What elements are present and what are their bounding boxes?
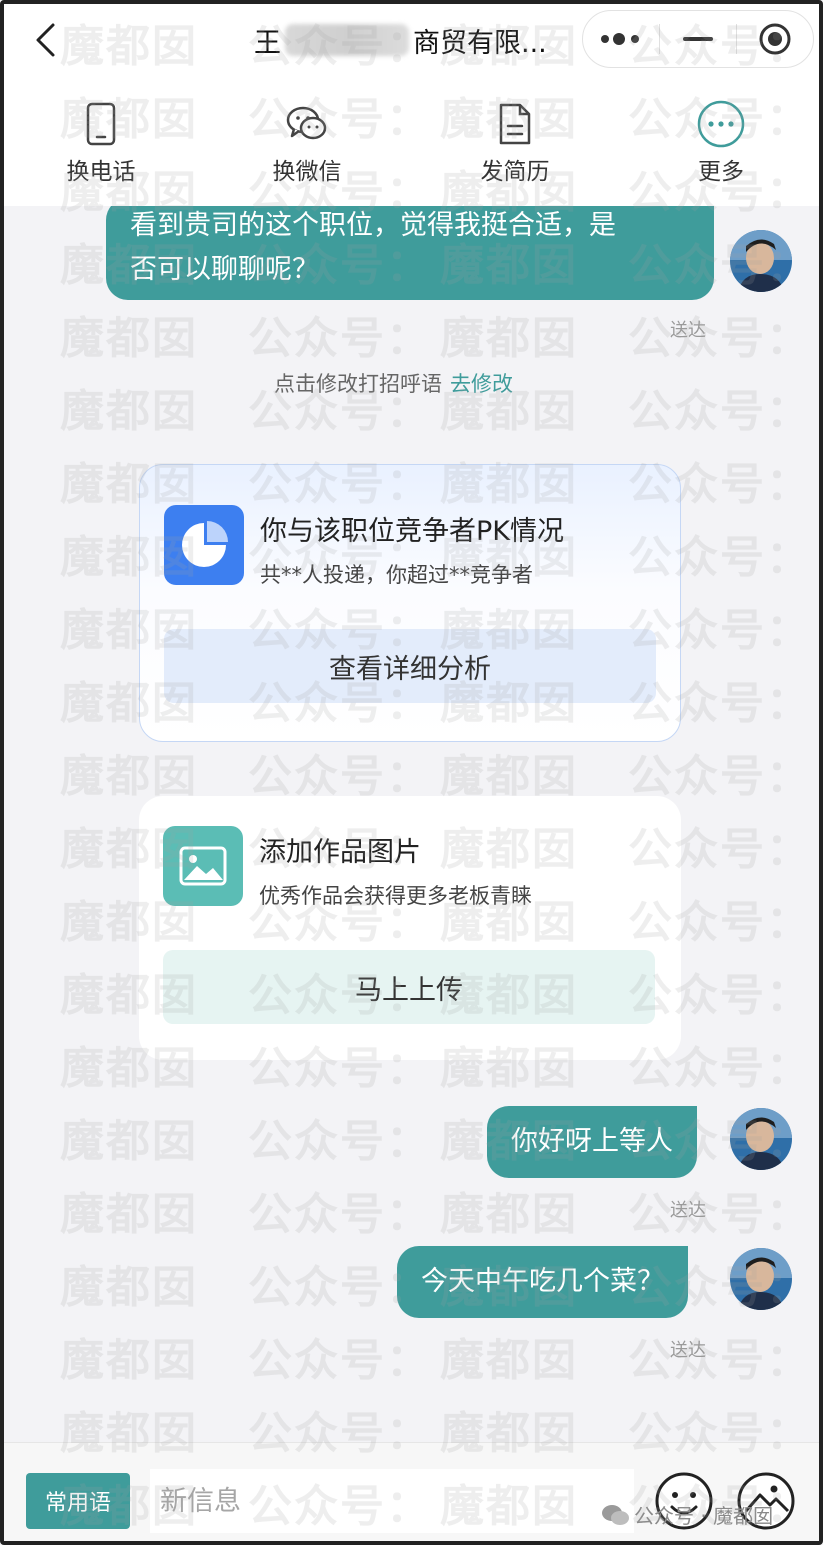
delivery-status: 送达 (670, 1200, 706, 1221)
mini-program-capsule (582, 10, 814, 68)
image-icon (163, 826, 243, 906)
message-text: 今天中午吃几个菜？ (421, 1266, 664, 1297)
message-text: 否可以聊聊呢？ (130, 254, 319, 285)
back-button[interactable] (26, 18, 66, 62)
message-input[interactable] (150, 1469, 634, 1533)
minus-icon (683, 37, 713, 41)
message-bubble[interactable]: 今天中午吃几个菜？ (397, 1246, 688, 1318)
tool-label: 换微信 (272, 159, 342, 185)
greeting-edit-hint: 点击修改打招呼语 去修改 (274, 368, 513, 398)
upload-now-button[interactable]: 马上上传 (163, 950, 655, 1024)
phone-icon (86, 102, 116, 146)
user-avatar-icon (730, 1108, 792, 1170)
common-phrases-button[interactable]: 常用语 (26, 1473, 130, 1529)
delivery-status: 送达 (670, 320, 706, 341)
avatar[interactable] (730, 230, 792, 292)
message-text: 你好呀上等人 (511, 1126, 673, 1157)
chevron-left-icon (36, 23, 55, 57)
action-toolbar: 换电话 换微信 发简历 更多 (4, 100, 819, 200)
page-title: 王 商贸有限... (254, 18, 547, 62)
tool-label: 更多 (698, 159, 744, 185)
pk-analysis-card: 你与该职位竞争者PK情况 共**人投递，你超过**竞争者 查看详细分析 (139, 464, 681, 742)
wechat-icon (286, 106, 327, 140)
message-bubble[interactable]: 看到贵司的这个职位，觉得我挺合适，是 否可以聊聊呢？ (106, 206, 714, 300)
pie-chart-icon (164, 505, 244, 585)
tool-label: 发简历 (480, 159, 550, 185)
tool-label: 换电话 (66, 159, 136, 185)
upload-works-card: 添加作品图片 优秀作品会获得更多老板青睐 马上上传 (139, 796, 681, 1060)
view-analysis-button[interactable]: 查看详细分析 (164, 629, 656, 703)
tool-change-phone[interactable]: 换电话 (46, 100, 156, 186)
wechat-icon (602, 1504, 629, 1525)
title-suffix: 商贸有限... (413, 27, 547, 59)
more-icon (697, 100, 745, 148)
tool-change-wechat[interactable]: 换微信 (252, 100, 362, 186)
title-redaction (285, 24, 409, 56)
card-title: 你与该职位竞争者PK情况 (260, 516, 564, 547)
tool-more[interactable]: 更多 (666, 100, 776, 186)
card-title: 添加作品图片 (259, 837, 421, 868)
user-avatar-icon (730, 230, 792, 292)
title-prefix: 王 (254, 27, 281, 59)
card-subtitle: 共**人投递，你超过**竞争者 (260, 563, 533, 587)
source-credit: 公众号 · 魔都囡 (600, 1500, 773, 1529)
dots-icon (601, 33, 639, 45)
header: 王 商贸有限... 换电话 换微信 发简历 更多 (4, 4, 819, 206)
credit-text: 公众号 · 魔都囡 (634, 1504, 774, 1528)
minimize-button[interactable] (660, 11, 736, 67)
avatar[interactable] (730, 1108, 792, 1170)
message-bubble[interactable]: 你好呀上等人 (487, 1106, 697, 1178)
card-subtitle: 优秀作品会获得更多老板青睐 (259, 884, 532, 908)
delivery-status: 送达 (670, 1340, 706, 1361)
edit-greeting-link[interactable]: 去修改 (450, 372, 513, 396)
message-text: 看到贵司的这个职位，觉得我挺合适，是 (130, 210, 616, 241)
tool-send-resume[interactable]: 发简历 (460, 100, 570, 186)
system-text: 点击修改打招呼语 (274, 372, 442, 396)
more-options-button[interactable] (583, 11, 659, 67)
user-avatar-icon (730, 1248, 792, 1310)
avatar[interactable] (730, 1248, 792, 1310)
target-icon (759, 23, 791, 55)
document-icon (499, 103, 531, 145)
close-button[interactable] (737, 11, 813, 67)
chat-area[interactable]: 看到贵司的这个职位，觉得我挺合适，是 否可以聊聊呢？ 送达 点击修改打招呼语 去修… (4, 206, 819, 1442)
